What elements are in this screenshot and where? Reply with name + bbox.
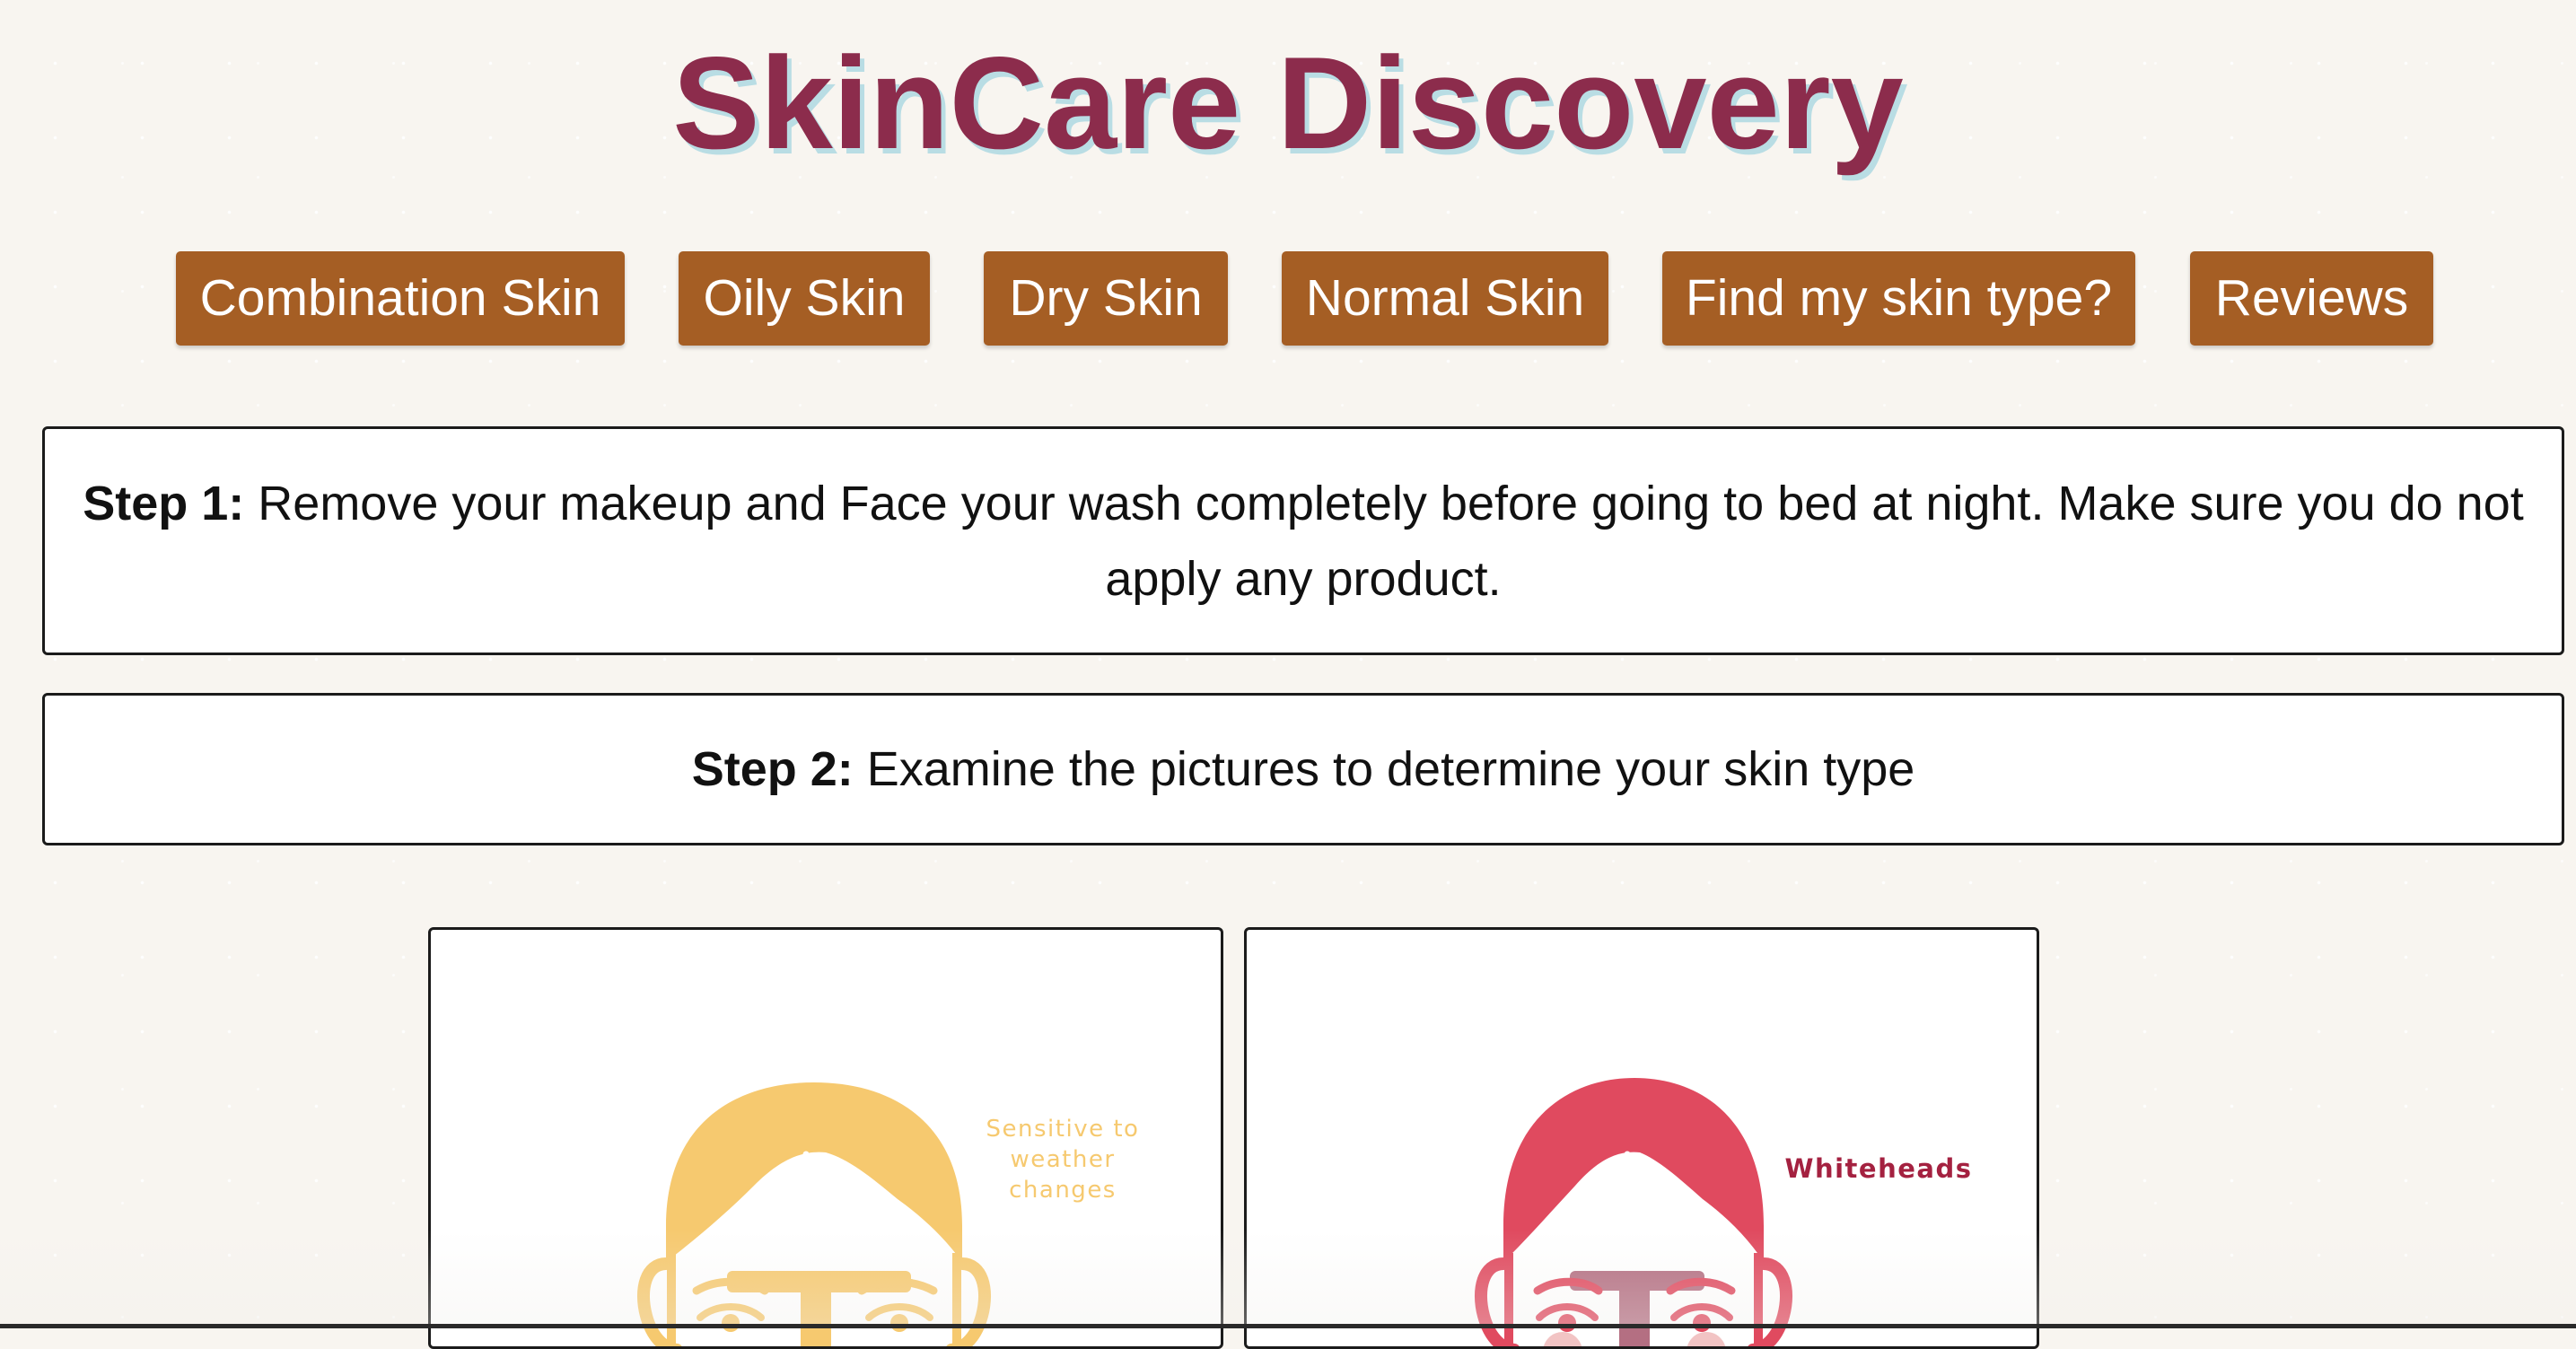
nav-normal-skin-button[interactable]: Normal Skin: [1282, 251, 1608, 346]
step-1-box: Step 1: Remove your makeup and Face your…: [42, 426, 2564, 655]
nav-dry-skin-button[interactable]: Dry Skin: [984, 251, 1228, 346]
oily-skin-image-card: Whiteheads: [1244, 927, 2039, 1349]
step-2-box: Step 2: Examine the pictures to determin…: [42, 693, 2564, 845]
dry-skin-caption-line-2: weather: [1010, 1146, 1115, 1173]
step-2-description: Examine the pictures to determine your s…: [853, 742, 1915, 796]
dry-skin-caption-line-3: changes: [1009, 1177, 1117, 1204]
dry-skin-image-card: Sensitive to weather changes: [428, 927, 1223, 1349]
window-bottom-edge: [0, 1324, 2576, 1328]
nav-find-skin-type-button[interactable]: Find my skin type?: [1662, 251, 2135, 346]
nav-reviews-button[interactable]: Reviews: [2190, 251, 2433, 346]
dry-skin-face-illustration: Sensitive to weather changes: [637, 1082, 1140, 1346]
step-1-description: Remove your makeup and Face your wash co…: [244, 476, 2524, 606]
nav-combination-skin-button[interactable]: Combination Skin: [176, 251, 625, 346]
page-title: SkinCare Discovery: [672, 30, 1904, 176]
step-2-label: Step 2:: [691, 742, 854, 796]
oily-skin-caption: Whiteheads: [1784, 1153, 1972, 1184]
main-nav: Combination Skin Oily Skin Dry Skin Norm…: [0, 251, 2576, 346]
step-1-label: Step 1:: [83, 476, 245, 530]
step-1-text: Step 1: Remove your makeup and Face your…: [77, 466, 2529, 617]
dry-skin-caption-line-1: Sensitive to: [986, 1116, 1140, 1143]
oily-skin-face-illustration: Whiteheads: [1475, 1078, 1972, 1346]
step-2-text: Step 2: Examine the pictures to determin…: [692, 731, 1915, 807]
nav-oily-skin-button[interactable]: Oily Skin: [679, 251, 930, 346]
